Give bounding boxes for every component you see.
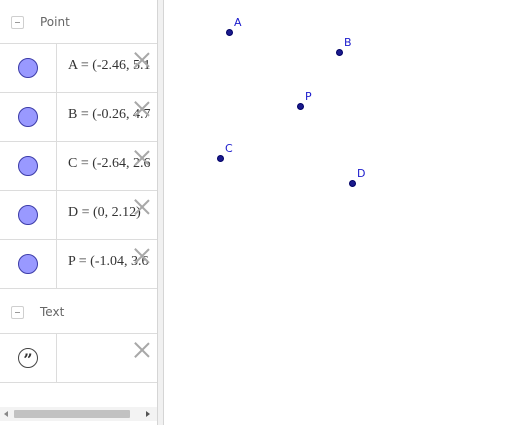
point-b[interactable] bbox=[336, 49, 343, 56]
view-divider[interactable] bbox=[157, 0, 164, 425]
scroll-left-arrow-icon[interactable] bbox=[4, 411, 8, 417]
visibility-toggle[interactable] bbox=[0, 191, 57, 239]
graphics-view[interactable]: A B P C D bbox=[164, 0, 527, 425]
marble-icon[interactable] bbox=[18, 58, 38, 78]
delete-icon[interactable] bbox=[132, 148, 152, 168]
group-header-text[interactable]: Text bbox=[0, 290, 157, 334]
scrollbar-thumb[interactable] bbox=[14, 410, 130, 418]
scroll-right-arrow-icon[interactable] bbox=[146, 411, 150, 417]
delete-icon[interactable] bbox=[132, 246, 152, 266]
visibility-toggle[interactable]: ” bbox=[0, 334, 57, 382]
algebra-view: Point A = (-2.46, 5.1 B = (-0.26, 4.7 C … bbox=[0, 0, 157, 425]
group-header-point[interactable]: Point bbox=[0, 0, 157, 44]
marble-icon[interactable] bbox=[18, 156, 38, 176]
point-a[interactable] bbox=[226, 29, 233, 36]
point-p[interactable] bbox=[297, 103, 304, 110]
marble-icon[interactable] bbox=[18, 205, 38, 225]
point-label-p[interactable]: P bbox=[305, 90, 312, 103]
collapse-toggle-icon[interactable] bbox=[11, 16, 24, 29]
group-title: Text bbox=[40, 305, 65, 319]
marble-icon[interactable] bbox=[18, 254, 38, 274]
algebra-row-point-p[interactable]: P = (-1.04, 3.6 bbox=[0, 240, 157, 289]
visibility-toggle[interactable] bbox=[0, 142, 57, 190]
marble-icon[interactable] bbox=[18, 107, 38, 127]
delete-icon[interactable] bbox=[132, 50, 152, 70]
collapse-toggle-icon[interactable] bbox=[11, 306, 24, 319]
point-label-c[interactable]: C bbox=[225, 142, 233, 155]
horizontal-scrollbar[interactable] bbox=[0, 407, 157, 421]
delete-icon[interactable] bbox=[132, 340, 152, 360]
point-label-d[interactable]: D bbox=[357, 167, 365, 180]
algebra-expression[interactable]: D = (0, 2.12) bbox=[68, 205, 141, 221]
point-label-b[interactable]: B bbox=[344, 36, 352, 49]
quote-icon[interactable]: ” bbox=[18, 348, 38, 369]
delete-icon[interactable] bbox=[132, 99, 152, 119]
point-c[interactable] bbox=[217, 155, 224, 162]
algebra-row-point-d[interactable]: D = (0, 2.12) bbox=[0, 191, 157, 240]
point-d[interactable] bbox=[349, 180, 356, 187]
algebra-row-point-b[interactable]: B = (-0.26, 4.7 bbox=[0, 93, 157, 142]
point-label-a[interactable]: A bbox=[234, 16, 242, 29]
delete-icon[interactable] bbox=[132, 197, 152, 217]
algebra-row-point-c[interactable]: C = (-2.64, 2.6 bbox=[0, 142, 157, 191]
algebra-row-point-a[interactable]: A = (-2.46, 5.1 bbox=[0, 44, 157, 93]
visibility-toggle[interactable] bbox=[0, 93, 57, 141]
visibility-toggle[interactable] bbox=[0, 44, 57, 92]
visibility-toggle[interactable] bbox=[0, 240, 57, 288]
group-title: Point bbox=[40, 15, 70, 29]
algebra-row-text[interactable]: ” bbox=[0, 334, 157, 383]
